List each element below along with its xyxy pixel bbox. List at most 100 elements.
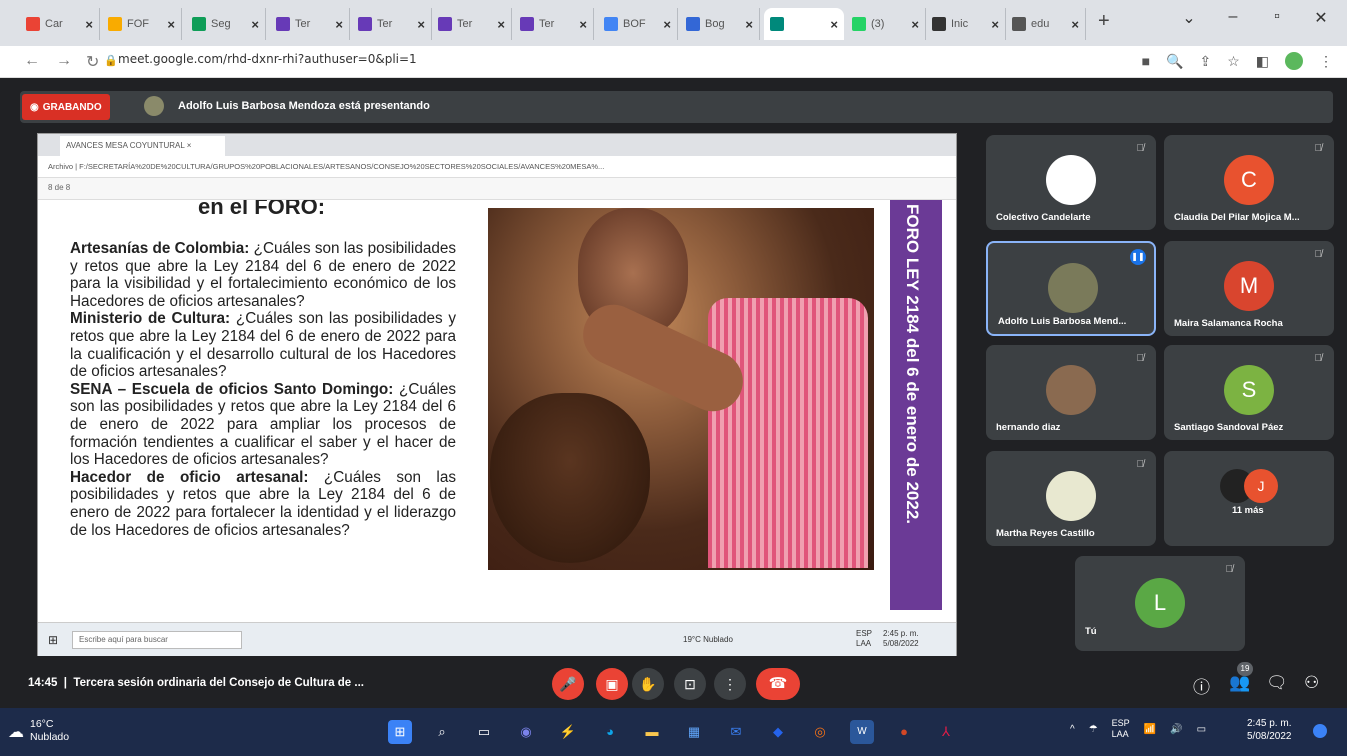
- profile-avatar[interactable]: [1285, 52, 1303, 70]
- close-tab-icon[interactable]: ×: [579, 17, 587, 32]
- close-tab-icon[interactable]: ×: [663, 17, 671, 32]
- zoom-icon[interactable]: 🔍: [1166, 53, 1183, 70]
- close-tab-icon[interactable]: ×: [251, 17, 259, 32]
- app-icon[interactable]: ⚡: [556, 720, 580, 744]
- browser-tab[interactable]: edu ×: [1006, 8, 1086, 40]
- participant-avatar: [1046, 471, 1096, 521]
- system-tray: ^ ☂ ESP LAA 📶 🔊 ▭: [1070, 718, 1206, 740]
- mic-off-icon: 🎙̸: [1314, 353, 1323, 364]
- chrome-icon[interactable]: ◎: [808, 720, 832, 744]
- close-tab-icon[interactable]: ×: [745, 17, 753, 32]
- bookmark-star-icon[interactable]: ☆: [1227, 53, 1240, 70]
- word-icon[interactable]: W: [850, 720, 874, 744]
- close-window-icon[interactable]: ✕: [1306, 8, 1336, 28]
- app2-icon[interactable]: ◆: [766, 720, 790, 744]
- more-options-button[interactable]: ⋮: [714, 668, 746, 700]
- browser-tab[interactable]: Inic ×: [926, 8, 1006, 40]
- search-icon[interactable]: ⌕: [430, 720, 454, 744]
- participant-tile[interactable]: ❚❚ Adolfo Luis Barbosa Mend...: [986, 241, 1156, 336]
- close-tab-icon[interactable]: ×: [417, 17, 425, 32]
- activities-icon[interactable]: ⚇: [1304, 673, 1319, 693]
- close-tab-icon[interactable]: ×: [167, 17, 175, 32]
- back-icon[interactable]: ←: [24, 52, 40, 70]
- close-tab-icon[interactable]: ×: [497, 17, 505, 32]
- participant-tile[interactable]: J 11 más: [1164, 451, 1334, 546]
- file-explorer-icon[interactable]: ▬: [640, 720, 664, 744]
- slide-paragraph: Artesanías de Colombia: ¿Cuáles son las …: [70, 240, 457, 310]
- menu-icon[interactable]: ⋮: [1319, 53, 1333, 70]
- pdf-toolbar: 8 de 8: [38, 178, 956, 200]
- system-clock[interactable]: 2:45 p. m. 5/08/2022: [1247, 717, 1292, 743]
- reload-icon[interactable]: ↻: [86, 52, 99, 72]
- sidepanel-icon[interactable]: ◧: [1256, 53, 1269, 70]
- mail-icon[interactable]: ✉: [724, 720, 748, 744]
- chat-icon[interactable]: 🗨: [1266, 673, 1288, 693]
- present-button[interactable]: ⊡: [674, 668, 706, 700]
- wifi-icon[interactable]: 📶: [1144, 724, 1156, 735]
- close-tab-icon[interactable]: ×: [991, 17, 999, 32]
- raise-hand-button[interactable]: ✋: [632, 668, 664, 700]
- close-tab-icon[interactable]: ×: [85, 17, 93, 32]
- participant-name: Colectivo Candelarte: [996, 212, 1091, 223]
- participant-tile[interactable]: 🎙̸ Martha Reyes Castillo: [986, 451, 1156, 546]
- participant-tile[interactable]: C 🎙̸ Claudia Del Pilar Mojica M...: [1164, 135, 1334, 230]
- share-icon[interactable]: ⇪: [1199, 53, 1211, 70]
- camera-off-button[interactable]: ▣: [596, 668, 628, 700]
- pdf-icon[interactable]: ⅄: [934, 720, 958, 744]
- participant-avatar: [1046, 155, 1096, 205]
- hang-up-button[interactable]: ☎: [756, 668, 800, 700]
- mic-off-icon: 🎙̸: [1136, 353, 1145, 364]
- browser-tab[interactable]: Ter ×: [514, 8, 594, 40]
- browser-tab[interactable]: Bog ×: [680, 8, 760, 40]
- browser-tab[interactable]: ×: [764, 8, 844, 40]
- info-icon[interactable]: ⓘ: [1193, 673, 1210, 698]
- participant-name: Tú: [1085, 626, 1097, 637]
- notification-icon[interactable]: [1313, 724, 1327, 738]
- participant-tile[interactable]: 🎙̸ Colectivo Candelarte: [986, 135, 1156, 230]
- browser-tab[interactable]: Ter ×: [270, 8, 350, 40]
- close-tab-icon[interactable]: ×: [1071, 17, 1079, 32]
- browser-tab[interactable]: BOF ×: [598, 8, 678, 40]
- restore-icon[interactable]: ▫: [1262, 8, 1292, 26]
- close-tab-icon[interactable]: ×: [830, 17, 838, 32]
- language-indicator[interactable]: ESP LAA: [1112, 718, 1130, 740]
- tab-search-icon[interactable]: ⌄: [1174, 8, 1204, 28]
- minimize-icon[interactable]: –: [1218, 8, 1248, 26]
- powerpoint-icon[interactable]: ●: [892, 720, 916, 744]
- forward-icon[interactable]: →: [56, 52, 72, 70]
- browser-tab[interactable]: (3) ×: [846, 8, 926, 40]
- browser-tab[interactable]: Ter ×: [352, 8, 432, 40]
- browser-tab[interactable]: FOF ×: [102, 8, 182, 40]
- battery-icon[interactable]: ▭: [1197, 724, 1206, 735]
- mic-off-button[interactable]: 🎤: [552, 668, 584, 700]
- volume-icon[interactable]: 🔊: [1170, 724, 1182, 735]
- close-tab-icon[interactable]: ×: [335, 17, 343, 32]
- tab-label: FOF: [127, 18, 149, 30]
- people-icon[interactable]: 👥: [1229, 673, 1250, 693]
- new-tab-button[interactable]: +: [1098, 10, 1110, 33]
- browser-tab[interactable]: Seg ×: [186, 8, 266, 40]
- browser-tab[interactable]: Ter ×: [432, 8, 512, 40]
- shared-address: Archivo | F:/SECRETARÍA%20DE%20CULTURA/G…: [38, 156, 956, 178]
- slide-title: en el FORO:: [198, 200, 326, 219]
- camera-icon[interactable]: ■: [1142, 53, 1150, 69]
- edge-icon[interactable]: ◕: [598, 720, 622, 744]
- shared-browser-tabs: AVANCES MESA COYUNTURAL ×: [38, 134, 956, 156]
- onedrive-icon[interactable]: ☂: [1089, 724, 1098, 735]
- whatsapp-icon: [852, 17, 866, 31]
- weather-widget[interactable]: 16°C Nublado: [30, 718, 69, 744]
- close-tab-icon[interactable]: ×: [911, 17, 919, 32]
- participant-tile[interactable]: 🎙̸ hernando diaz: [986, 345, 1156, 440]
- chat-app-icon[interactable]: ◉: [514, 720, 538, 744]
- windows-start-icon[interactable]: ⊞: [388, 720, 412, 744]
- url-field[interactable]: meet.google.com/rhd-dxnr-rhi?authuser=0&…: [118, 52, 417, 66]
- shared-clock: 2:45 p. m. 5/08/2022: [883, 629, 919, 648]
- store-icon[interactable]: ▦: [682, 720, 706, 744]
- task-view-icon[interactable]: ▭: [472, 720, 496, 744]
- chevron-up-icon[interactable]: ^: [1070, 724, 1075, 735]
- participant-tile[interactable]: L 🎙̸ Tú: [1075, 556, 1245, 651]
- participant-tile[interactable]: M 🎙̸ Maira Salamanca Rocha: [1164, 241, 1334, 336]
- participant-tile[interactable]: S 🎙̸ Santiago Sandoval Páez: [1164, 345, 1334, 440]
- presenting-text: Adolfo Luis Barbosa Mendoza está present…: [178, 100, 430, 112]
- browser-tab[interactable]: Car ×: [20, 8, 100, 40]
